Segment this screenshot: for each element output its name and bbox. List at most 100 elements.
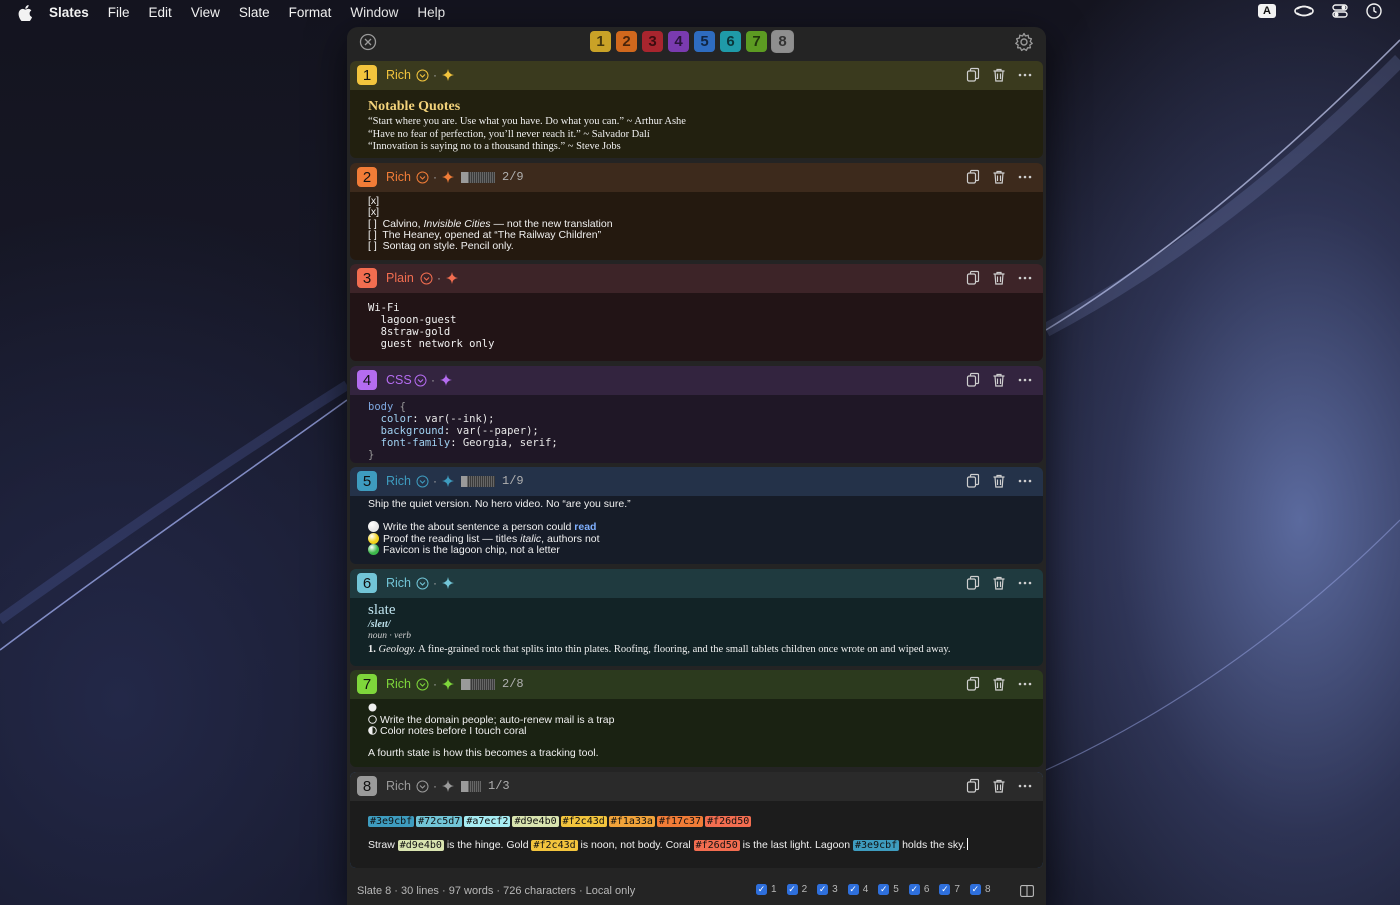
filled-circle-icon[interactable] [368,703,377,712]
copy-icon[interactable] [965,270,981,286]
checkbox-checked-icon[interactable]: ✓ [786,884,798,895]
inline-color-swatch[interactable]: #3e9cbf [853,840,900,851]
copy-icon[interactable] [965,67,981,83]
status-circle-icon[interactable] [368,521,379,532]
format-mode-label[interactable]: CSS [386,373,412,387]
slate-body[interactable]: slate /sleɪt/ noun · verb 1. Geology. A … [350,598,1043,666]
slate-toggle-1[interactable]: ✓ 1 [756,884,777,895]
ellipsis-icon[interactable] [1017,575,1033,591]
slate-body[interactable]: [x] [x] [ ] Calvino, Invisible Cities — … [350,192,1043,260]
ellipsis-icon[interactable] [1017,473,1033,489]
tab-slate-2[interactable]: 2 [616,31,637,52]
tab-slate-8[interactable]: 8 [772,31,793,52]
empty-circle-icon[interactable] [368,714,377,724]
trash-icon[interactable] [991,270,1007,286]
slate-card-8[interactable]: 8 Rich · 1/3 #3e9cbf #72c5d7 #a7ecf2 #d9e4b… [350,772,1043,868]
sparkle-icon[interactable] [442,780,454,792]
sparkle-icon[interactable] [442,678,454,690]
trash-icon[interactable] [991,169,1007,185]
ellipsis-icon[interactable] [1017,676,1033,692]
inline-color-swatch[interactable]: #f26d50 [693,840,740,851]
half-circle-icon[interactable] [368,726,377,735]
chevron-down-circle-icon[interactable] [416,69,429,82]
slate-toggle-4[interactable]: ✓ 4 [847,884,868,895]
copy-icon[interactable] [965,676,981,692]
ellipsis-icon[interactable] [1017,67,1033,83]
checkbox-checked-icon[interactable]: ✓ [969,884,981,895]
format-mode-label[interactable]: Rich [386,68,411,82]
checkbox-checked-icon[interactable]: ✓ [908,884,920,895]
format-mode-label[interactable]: Rich [386,576,411,590]
trash-icon[interactable] [991,575,1007,591]
tab-slate-4[interactable]: 4 [668,31,689,52]
color-swatch[interactable]: #d9e4b0 [512,816,559,827]
network-icon[interactable] [1294,3,1314,19]
sparkle-icon[interactable] [442,69,454,81]
trash-icon[interactable] [991,473,1007,489]
tab-slate-1[interactable]: 1 [590,31,611,52]
copy-icon[interactable] [965,575,981,591]
color-swatch[interactable]: #72c5d7 [416,816,463,827]
trash-icon[interactable] [991,676,1007,692]
checkbox-checked-icon[interactable]: ✓ [878,884,890,895]
menu-file[interactable]: File [108,5,130,20]
apple-logo-icon[interactable] [18,4,32,21]
gear-icon[interactable] [1014,32,1034,52]
status-circle-icon[interactable] [368,544,379,555]
copy-icon[interactable] [965,372,981,388]
menu-format[interactable]: Format [289,5,332,20]
slate-toggle-3[interactable]: ✓ 3 [817,884,838,895]
copy-icon[interactable] [965,169,981,185]
slate-card-6[interactable]: 6 Rich · slate /sleɪt/ noun · verb 1. Ge… [350,569,1043,666]
checkbox-checked-icon[interactable]: ✓ [847,884,859,895]
checkbox-checked-icon[interactable]: ✓ [817,884,829,895]
tab-slate-6[interactable]: 6 [720,31,741,52]
slate-body[interactable]: Ship the quiet version. No hero video. N… [350,496,1043,564]
ellipsis-icon[interactable] [1017,169,1033,185]
menu-view[interactable]: View [191,5,220,20]
sparkle-icon[interactable] [442,577,454,589]
trash-icon[interactable] [991,778,1007,794]
format-mode-label[interactable]: Rich [386,170,411,184]
checkbox-checked-icon[interactable]: ✓ [939,884,951,895]
slate-body[interactable]: Notable Quotes “Start where you are. Use… [350,90,1043,158]
color-swatch[interactable]: #a7ecf2 [464,816,511,827]
sidebar-panel-icon[interactable] [1020,885,1034,897]
slate-toggle-5[interactable]: ✓ 5 [878,884,899,895]
inline-color-swatch[interactable]: #d9e4b0 [397,840,444,851]
slate-card-4[interactable]: 4 CSS · body { color: var(--ink); backgr… [350,366,1043,463]
color-swatch[interactable]: #3e9cbf [368,816,415,827]
format-mode-label[interactable]: Rich [386,677,411,691]
chevron-down-circle-icon[interactable] [414,374,427,387]
chevron-down-circle-icon[interactable] [416,678,429,691]
ellipsis-icon[interactable] [1017,270,1033,286]
slate-body[interactable]: Write the domain people; auto-renew mail… [350,699,1043,767]
chevron-down-circle-icon[interactable] [416,780,429,793]
color-swatch[interactable]: #f1a33a [608,816,655,827]
menu-app-name[interactable]: Slates [49,5,89,20]
sparkle-icon[interactable] [446,272,458,284]
slate-toggle-2[interactable]: ✓ 2 [786,884,807,895]
slate-card-2[interactable]: 2 Rich · 2/9 [x] [x] [ ] Calvino, Invisi… [350,163,1043,260]
menu-window[interactable]: Window [350,5,398,20]
slate-body[interactable]: body { color: var(--ink); background: va… [350,395,1043,463]
trash-icon[interactable] [991,67,1007,83]
menu-edit[interactable]: Edit [149,5,172,20]
copy-icon[interactable] [965,778,981,794]
trash-icon[interactable] [991,372,1007,388]
color-swatch[interactable]: #f2c43d [560,816,607,827]
chevron-down-circle-icon[interactable] [416,577,429,590]
inline-color-swatch[interactable]: #f2c43d [531,840,578,851]
status-circle-icon[interactable] [368,532,379,544]
clock-icon[interactable] [1366,3,1382,19]
checkbox-checked-icon[interactable]: ✓ [756,884,767,895]
ellipsis-icon[interactable] [1017,778,1033,794]
tab-slate-5[interactable]: 5 [694,31,715,52]
slate-card-3[interactable]: 3 Plain · Wi-Fi lagoon-guest 8straw-gold… [350,264,1043,361]
close-icon[interactable] [359,33,377,51]
slate-toggle-8[interactable]: ✓ 8 [969,884,991,895]
slate-card-1[interactable]: 1 Rich · Notable Quotes “Start where you… [350,61,1043,158]
input-source-indicator[interactable]: A [1258,4,1276,18]
task-link[interactable]: read [574,521,596,533]
sparkle-icon[interactable] [440,374,452,386]
